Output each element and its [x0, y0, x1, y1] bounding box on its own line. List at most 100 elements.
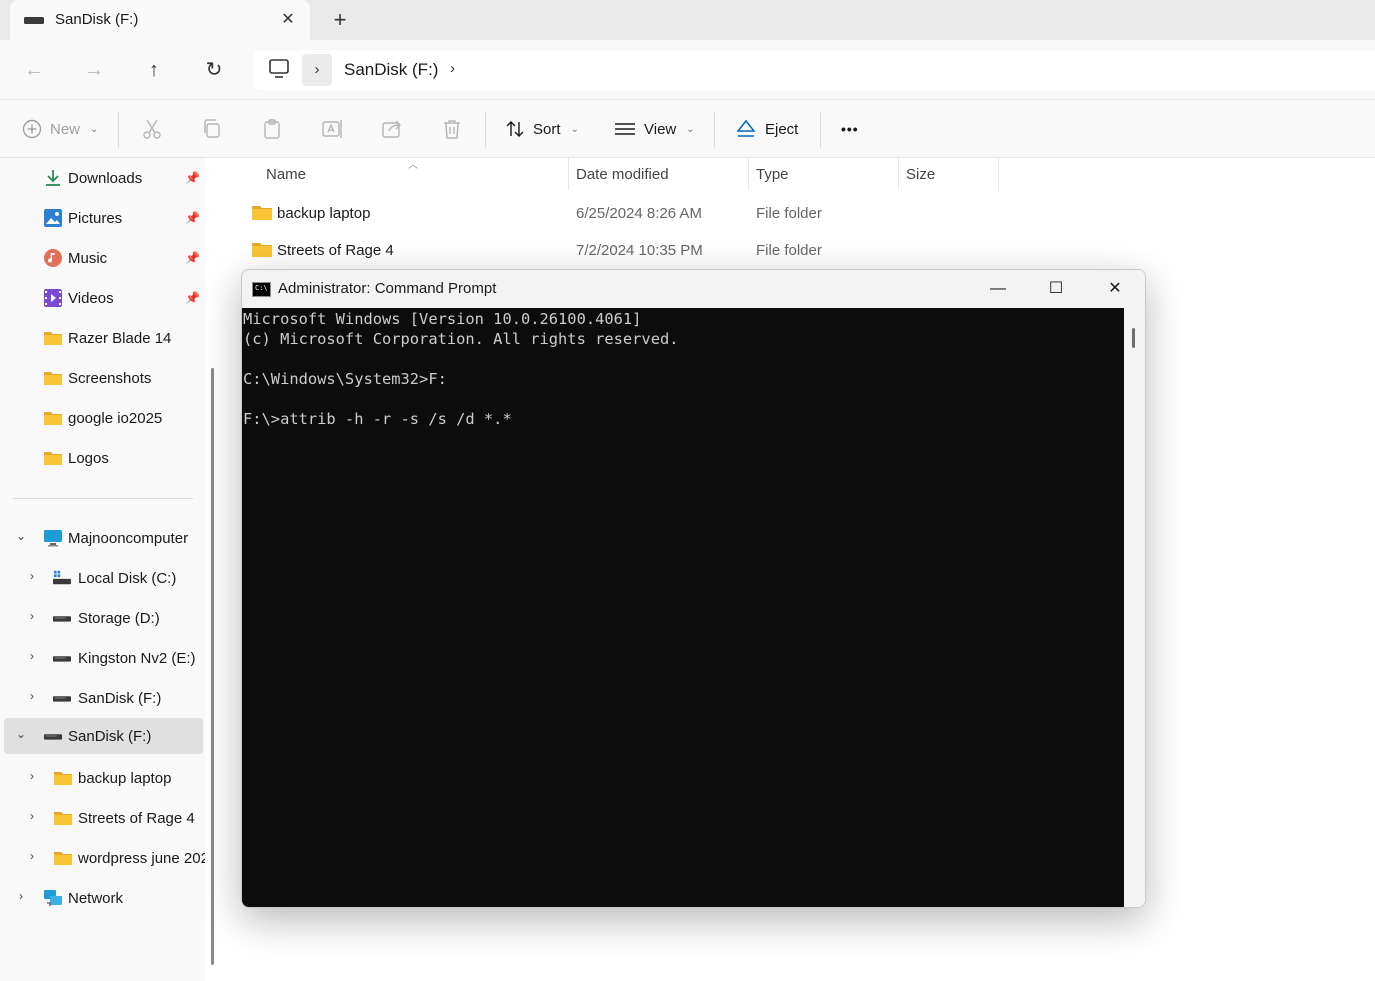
file-date: 7/2/2024 10:35 PM — [576, 242, 703, 259]
sidebar-item-label: Storage (D:) — [78, 610, 160, 627]
console-scrollbar[interactable] — [1124, 308, 1145, 907]
videos-icon — [44, 289, 62, 307]
minimize-button[interactable]: — — [975, 274, 1021, 304]
forward-button[interactable]: → — [79, 55, 109, 85]
sidebar-item-google-io2025[interactable]: google io2025 — [0, 400, 205, 436]
column-header-date[interactable]: Date modified — [576, 166, 669, 183]
sidebar-item-sandisk-f[interactable]: ⌄ SanDisk (F:) — [4, 718, 203, 754]
scrollbar-thumb[interactable] — [1132, 328, 1135, 348]
chevron-down-icon[interactable]: ⌄ — [14, 727, 28, 741]
breadcrumb-chevron[interactable]: › — [302, 54, 332, 86]
column-header-type[interactable]: Type — [756, 166, 789, 183]
sidebar-scrollbar[interactable] — [211, 368, 214, 965]
folder-icon — [54, 812, 72, 825]
console-line: C:\Windows\System32>F: — [243, 370, 447, 388]
copy-icon[interactable] — [200, 117, 224, 141]
pin-icon[interactable]: 📌 — [185, 251, 200, 265]
up-button[interactable]: ↑ — [139, 55, 169, 85]
chevron-right-icon[interactable]: › — [25, 649, 39, 663]
breadcrumb-sandisk[interactable]: SanDisk (F:) — [344, 60, 438, 80]
rename-icon[interactable] — [320, 117, 344, 141]
folder-icon — [54, 772, 72, 785]
chevron-right-icon[interactable]: › — [25, 689, 39, 703]
sidebar-item-label: Local Disk (C:) — [78, 570, 177, 587]
sidebar-item-kingston-e[interactable]: › Kingston Nv2 (E:) — [0, 640, 205, 676]
column-divider[interactable] — [568, 158, 569, 190]
pin-icon[interactable]: 📌 — [185, 171, 200, 185]
refresh-button[interactable]: ↻ — [199, 55, 229, 85]
sidebar-item-screenshots[interactable]: Screenshots — [0, 360, 205, 396]
sidebar-item-wordpress-june-2024[interactable]: › wordpress june 2024 — [0, 840, 205, 876]
window-title: Administrator: Command Prompt — [278, 280, 497, 297]
file-name: Streets of Rage 4 — [277, 242, 394, 259]
new-label: New — [50, 120, 81, 138]
sidebar-item-label: Music — [68, 250, 108, 267]
sidebar-item-network[interactable]: › Network — [0, 880, 205, 916]
back-button[interactable]: ← — [19, 55, 49, 85]
pin-icon[interactable]: 📌 — [185, 291, 200, 305]
toolbar-divider — [118, 112, 119, 148]
computer-icon — [269, 59, 289, 78]
column-divider[interactable] — [998, 158, 999, 190]
sidebar-item-pictures[interactable]: Pictures 📌 — [0, 200, 205, 236]
sidebar-item-music[interactable]: Music 📌 — [0, 240, 205, 276]
address-bar[interactable]: › SanDisk (F:) › — [254, 50, 1375, 90]
console-output[interactable]: Microsoft Windows [Version 10.0.26100.40… — [242, 308, 1124, 907]
command-prompt-title-bar[interactable]: C:\ Administrator: Command Prompt — ☐ ✕ — [242, 270, 1145, 308]
chevron-right-icon[interactable]: › — [25, 849, 39, 863]
column-header-size[interactable]: Size — [906, 166, 935, 183]
paste-icon[interactable] — [260, 117, 284, 141]
more-options-button[interactable]: ••• — [841, 114, 859, 144]
toolbar-divider — [820, 112, 821, 148]
close-tab-icon[interactable]: ✕ — [276, 8, 300, 32]
chevron-down-icon: ⌄ — [686, 123, 695, 135]
sidebar-item-videos[interactable]: Videos 📌 — [0, 280, 205, 316]
view-button[interactable]: View ⌄ — [614, 114, 695, 144]
chevron-down-icon: ⌄ — [90, 123, 99, 135]
sidebar-item-label: Kingston Nv2 (E:) — [78, 650, 196, 667]
share-icon[interactable] — [380, 117, 404, 141]
toolbar-divider — [485, 112, 486, 148]
drive-icon — [44, 734, 62, 740]
delete-icon[interactable] — [440, 117, 464, 141]
chevron-right-icon[interactable]: › — [450, 60, 455, 77]
sidebar-item-logos[interactable]: Logos — [0, 440, 205, 476]
eject-button[interactable]: Eject — [735, 114, 798, 144]
chevron-right-icon[interactable]: › — [14, 889, 28, 903]
cut-icon[interactable] — [140, 117, 164, 141]
table-row[interactable]: backup laptop 6/25/2024 8:26 AM File fol… — [242, 198, 1242, 230]
new-button[interactable]: New ⌄ — [22, 114, 98, 144]
chevron-down-icon[interactable]: ⌄ — [14, 529, 28, 543]
new-tab-button[interactable]: + — [326, 6, 354, 34]
column-divider[interactable] — [748, 158, 749, 190]
column-divider[interactable] — [898, 158, 899, 190]
sidebar-item-downloads[interactable]: Downloads 📌 — [0, 160, 205, 196]
sidebar-item-backup-laptop[interactable]: › backup laptop — [0, 760, 205, 796]
sidebar-item-sandisk-f-pc[interactable]: › SanDisk (F:) — [0, 680, 205, 716]
sidebar-item-this-pc[interactable]: ⌄ Majnooncomputer — [0, 520, 205, 556]
sidebar-item-storage-d[interactable]: › Storage (D:) — [0, 600, 205, 636]
sidebar-item-streets-of-rage-4[interactable]: › Streets of Rage 4 — [0, 800, 205, 836]
chevron-right-icon[interactable]: › — [25, 769, 39, 783]
sidebar-item-label: Majnooncomputer — [68, 530, 189, 547]
table-row[interactable]: Streets of Rage 4 7/2/2024 10:35 PM File… — [242, 235, 1242, 267]
column-header-name[interactable]: Name — [266, 166, 306, 183]
chevron-right-icon[interactable]: › — [25, 609, 39, 623]
sort-button[interactable]: Sort ⌄ — [505, 114, 579, 144]
file-type: File folder — [756, 242, 822, 259]
sidebar-item-label: Network — [68, 890, 124, 907]
pin-icon[interactable]: 📌 — [185, 211, 200, 225]
sidebar-item-razer-blade-14[interactable]: Razer Blade 14 — [0, 320, 205, 356]
maximize-button[interactable]: ☐ — [1033, 274, 1079, 304]
chevron-right-icon[interactable]: › — [25, 809, 39, 823]
close-button[interactable]: ✕ — [1092, 274, 1138, 304]
sidebar-item-label: Videos — [68, 290, 114, 307]
command-prompt-window[interactable]: C:\ Administrator: Command Prompt — ☐ ✕ … — [241, 269, 1146, 908]
chevron-right-icon[interactable]: › — [25, 569, 39, 583]
sidebar-item-local-disk-c[interactable]: › Local Disk (C:) — [0, 560, 205, 596]
tab-sandisk[interactable]: SanDisk (F:) ✕ — [10, 0, 310, 40]
sort-icon — [506, 121, 524, 137]
drive-icon — [24, 17, 44, 24]
